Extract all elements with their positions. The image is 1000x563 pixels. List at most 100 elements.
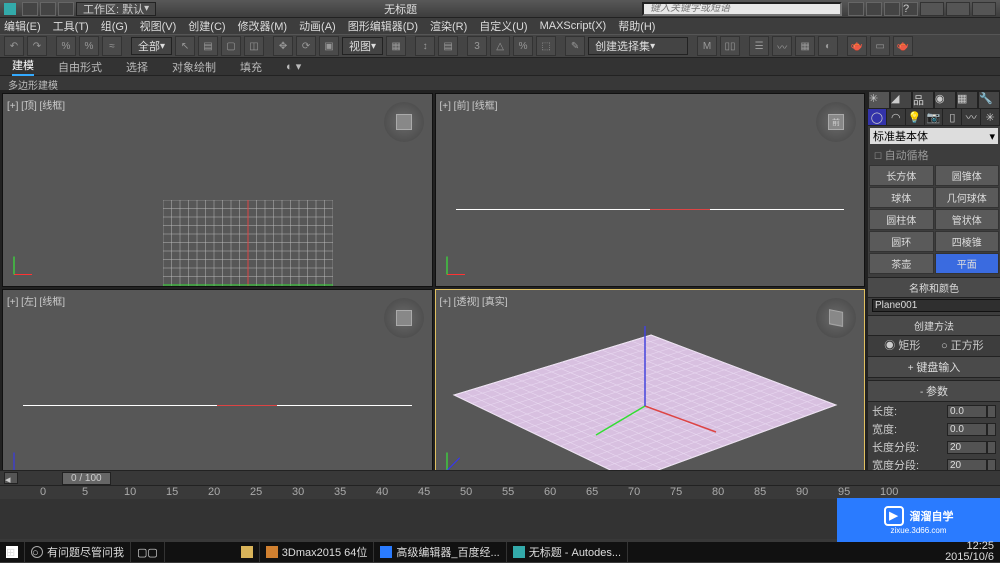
taskbar-app-3dsmax[interactable]: 3Dmax2015 64位	[260, 542, 375, 562]
shapes-category-icon[interactable]: ◠	[887, 109, 906, 125]
menu-grapheditors[interactable]: 图形编辑器(D)	[348, 18, 418, 34]
selection-filter-dropdown[interactable]: 全部 ▾	[131, 37, 172, 55]
align-tool-icon[interactable]: ▯▯	[720, 36, 740, 56]
menu-modifiers[interactable]: 修改器(M)	[238, 18, 288, 34]
geometry-category-icon[interactable]: ◯	[868, 109, 887, 125]
schematic-icon[interactable]: ▦	[795, 36, 815, 56]
render-icon[interactable]: 🫖	[893, 36, 913, 56]
infocenter-icon[interactable]	[848, 2, 864, 16]
prim-torus-button[interactable]: 圆环	[869, 231, 934, 252]
minimize-button[interactable]	[920, 2, 944, 16]
curve-editor-icon[interactable]: 〰	[772, 36, 792, 56]
taskbar-app-edge[interactable]: 高级编辑器_百度经...	[374, 542, 506, 562]
pivot-icon[interactable]: ▦	[386, 36, 406, 56]
help-search-input[interactable]	[642, 2, 842, 16]
menu-animation[interactable]: 动画(A)	[299, 18, 336, 34]
spinner-snap-icon[interactable]: ⬚	[536, 36, 556, 56]
viewport-persp-label[interactable]: [+] [透视] [真实]	[440, 293, 508, 308]
taskbar-app-untitled[interactable]: 无标题 - Autodes...	[507, 542, 628, 562]
task-view-button[interactable]: ▢▢	[131, 542, 165, 562]
tab-freeform[interactable]: 自由形式	[58, 59, 102, 75]
select-name-icon[interactable]: ▤	[198, 36, 218, 56]
prim-geosphere-button[interactable]: 几何球体	[935, 187, 1000, 208]
lights-category-icon[interactable]: 💡	[906, 109, 925, 125]
viewport-front[interactable]: [+] [前] [线框] 前	[435, 93, 866, 287]
menu-maxscript[interactable]: MAXScript(X)	[540, 20, 607, 32]
motion-panel-tab-icon[interactable]: ◉	[934, 91, 956, 109]
menu-group[interactable]: 组(G)	[101, 18, 128, 34]
viewcube-front[interactable]: 前	[816, 102, 856, 142]
viewport-top[interactable]: [+] [顶] [线框]	[2, 93, 433, 287]
layers-icon[interactable]: ☰	[749, 36, 769, 56]
menu-rendering[interactable]: 渲染(R)	[430, 18, 467, 34]
redo-tool-icon[interactable]: ↷	[27, 36, 47, 56]
prim-teapot-button[interactable]: 茶壶	[869, 253, 934, 274]
systems-category-icon[interactable]: ✳	[981, 109, 1000, 125]
create-panel-tab-icon[interactable]: ✳	[868, 91, 890, 109]
viewport-front-label[interactable]: [+] [前] [线框]	[440, 97, 498, 112]
utilities-panel-tab-icon[interactable]: 🔧	[978, 91, 1000, 109]
signin-icon[interactable]	[884, 2, 900, 16]
helpers-category-icon[interactable]: ▯	[943, 109, 962, 125]
redo-button[interactable]	[58, 2, 74, 16]
render-frame-icon[interactable]: ▭	[870, 36, 890, 56]
width-spinner[interactable]	[947, 423, 987, 436]
hierarchy-panel-tab-icon[interactable]: 品	[912, 91, 934, 109]
object-name-input[interactable]	[872, 299, 1000, 312]
time-slider-handle[interactable]: 0 / 100	[62, 472, 111, 485]
start-button[interactable]: ⊞	[0, 542, 25, 562]
percent-snap-icon[interactable]: %	[513, 36, 533, 56]
prim-box-button[interactable]: 长方体	[869, 165, 934, 186]
primitive-type-dropdown[interactable]: 标准基本体▾	[870, 128, 998, 144]
snap-toggle-icon[interactable]: 3	[467, 36, 487, 56]
bind-tool-icon[interactable]: ≈	[102, 36, 122, 56]
edit-namedsel-icon[interactable]: ✎	[565, 36, 585, 56]
viewport-left[interactable]: [+] [左] [线框]	[2, 289, 433, 483]
menu-create[interactable]: 创建(C)	[188, 18, 225, 34]
cameras-category-icon[interactable]: 📷	[925, 109, 944, 125]
manip-tool-icon[interactable]: ↕	[415, 36, 435, 56]
select-tool-icon[interactable]: ↖	[175, 36, 195, 56]
select-region-icon[interactable]: ▢	[221, 36, 241, 56]
display-panel-tab-icon[interactable]: ▦	[956, 91, 978, 109]
material-editor-icon[interactable]: ◐	[818, 36, 838, 56]
autogrid-checkbox[interactable]: ☐ 自动循格	[868, 146, 1000, 164]
mirror-tool-icon[interactable]: M	[697, 36, 717, 56]
taskbar-clock[interactable]: 12:25 2015/10/6	[939, 541, 1000, 563]
menu-views[interactable]: 视图(V)	[140, 18, 177, 34]
keyboard-shortcut-icon[interactable]: ▤	[438, 36, 458, 56]
menu-help[interactable]: 帮助(H)	[618, 18, 655, 34]
viewport-top-label[interactable]: [+] [顶] [线框]	[7, 97, 65, 112]
explorer-taskbar-icon[interactable]	[235, 542, 260, 562]
timeslider-left-icon[interactable]: ◂	[4, 472, 18, 484]
spinner-arrows-icon[interactable]	[987, 441, 996, 454]
window-crossing-icon[interactable]: ◫	[244, 36, 264, 56]
prim-tube-button[interactable]: 管状体	[935, 209, 1000, 230]
star-icon[interactable]	[866, 2, 882, 16]
length-segs-spinner[interactable]	[947, 441, 987, 454]
tab-selection[interactable]: 选择	[126, 59, 148, 75]
tab-modeling[interactable]: 建模	[12, 57, 34, 76]
time-slider[interactable]: ◂ 0 / 100	[0, 471, 1000, 485]
workspace-dropdown[interactable]: 工作区: 默认 ▾	[76, 2, 156, 16]
ref-coord-dropdown[interactable]: 视图 ▾	[342, 37, 383, 55]
name-color-rollout[interactable]: 名称和颜色	[868, 277, 1000, 298]
spacewarps-category-icon[interactable]: 〰	[962, 109, 981, 125]
prim-pyramid-button[interactable]: 四棱锥	[935, 231, 1000, 252]
angle-snap-icon[interactable]: △	[490, 36, 510, 56]
cortana-button[interactable]: ○有问题尽管问我	[25, 542, 131, 562]
undo-tool-icon[interactable]: ↶	[4, 36, 24, 56]
menu-edit[interactable]: 编辑(E)	[4, 18, 41, 34]
prim-cylinder-button[interactable]: 圆柱体	[869, 209, 934, 230]
time-ruler[interactable]: 0510152025303540455055606570758085909510…	[0, 485, 1000, 499]
menu-customize[interactable]: 自定义(U)	[479, 18, 527, 34]
named-selection-dropdown[interactable]: 创建选择集 ▾	[588, 37, 688, 55]
prim-sphere-button[interactable]: 球体	[869, 187, 934, 208]
help-icon[interactable]: ?	[902, 2, 918, 16]
scale-tool-icon[interactable]: ▣	[319, 36, 339, 56]
tab-more-icon[interactable]: ◐ ▾	[286, 60, 301, 73]
tab-populate[interactable]: 填充	[240, 59, 262, 75]
viewcube-top[interactable]	[384, 102, 424, 142]
maximize-button[interactable]	[946, 2, 970, 16]
viewport-perspective[interactable]: [+] [透视] [真实]	[435, 289, 866, 483]
